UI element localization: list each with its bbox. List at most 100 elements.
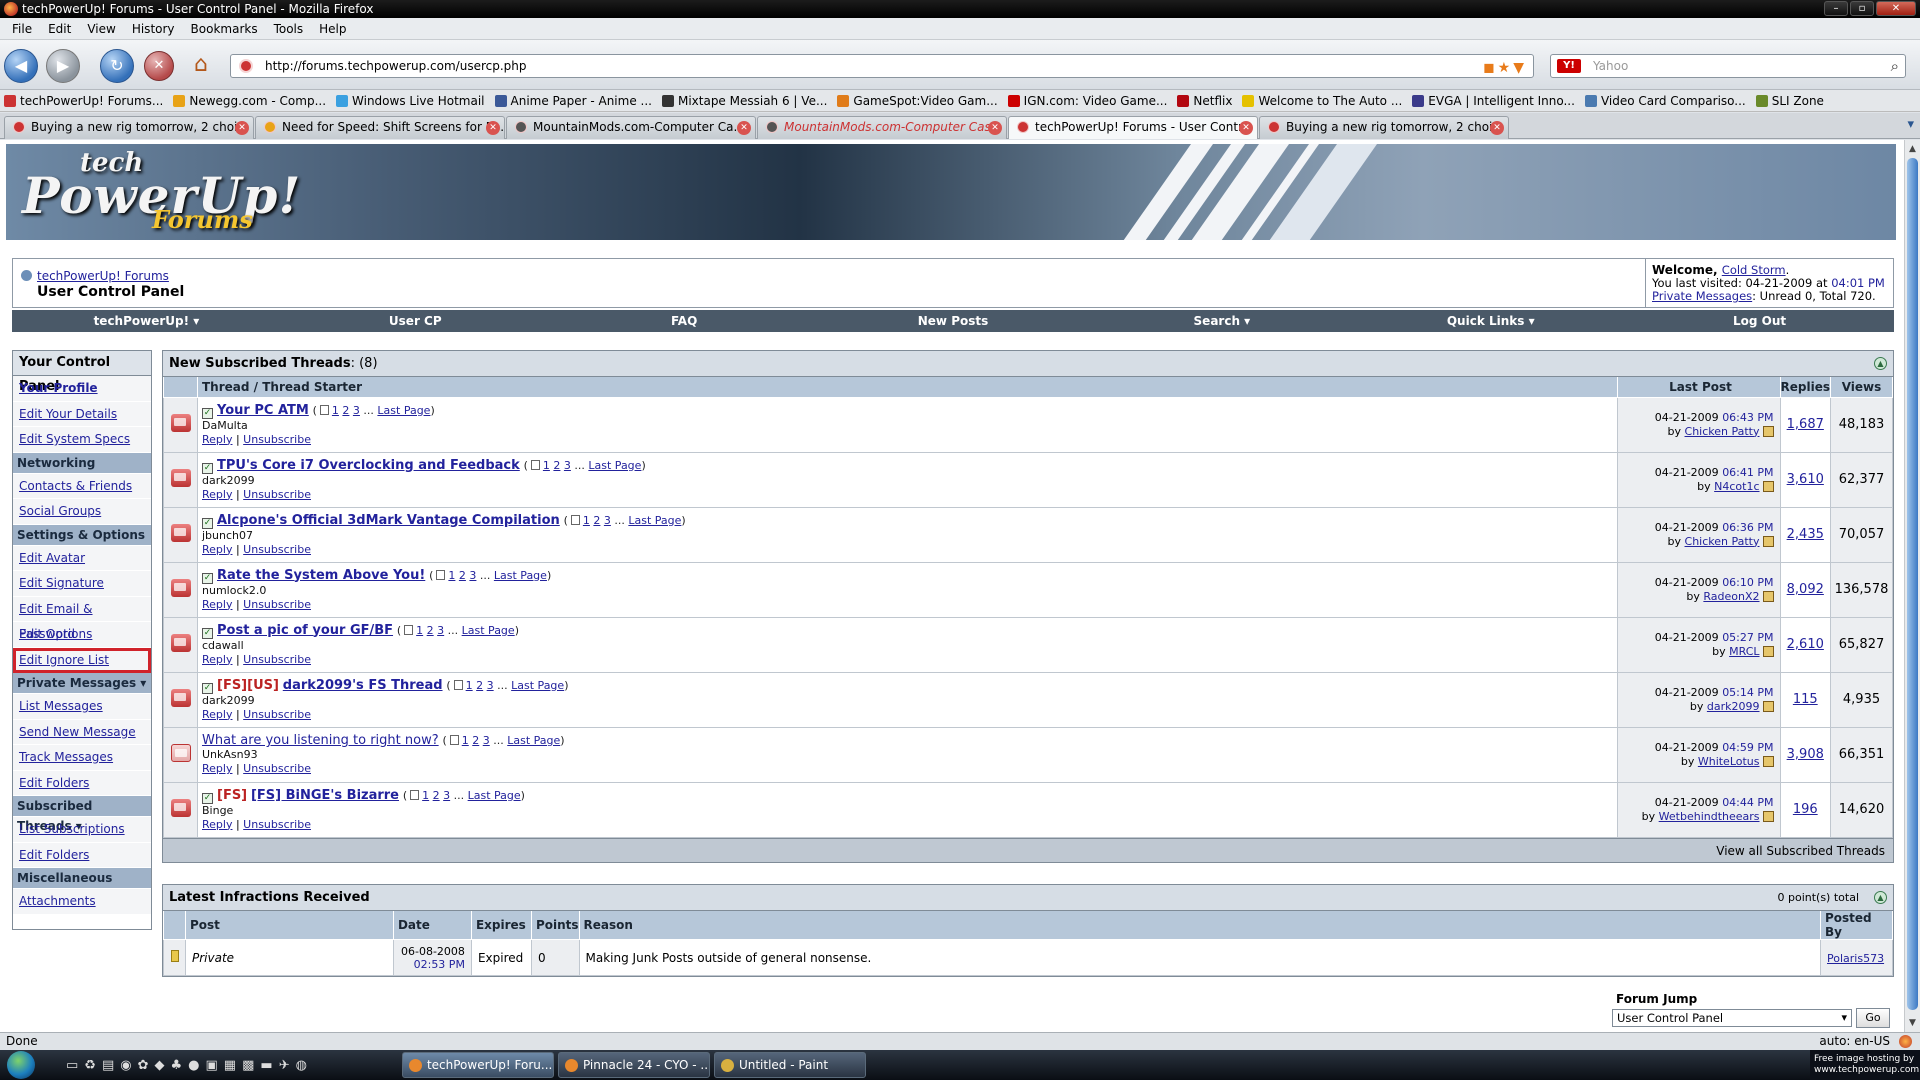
rss-star-icon[interactable]: ◼★▼ bbox=[1483, 57, 1527, 79]
page-link[interactable]: 1 bbox=[466, 679, 473, 692]
reply-link[interactable]: Reply bbox=[202, 708, 232, 721]
sidebar-item-track-messages[interactable]: Track Messages bbox=[13, 745, 151, 771]
sidebar-item-list-subscriptions[interactable]: List Subscriptions bbox=[13, 817, 151, 843]
nav-log-out[interactable]: Log Out bbox=[1625, 310, 1894, 332]
back-button[interactable]: ◀ bbox=[4, 49, 38, 83]
last-poster-link[interactable]: Chicken Patty bbox=[1685, 535, 1760, 548]
forum-jump-select[interactable]: User Control Panel bbox=[1612, 1009, 1852, 1027]
replies-link[interactable]: 1,687 bbox=[1787, 417, 1824, 432]
page-link[interactable]: 2 bbox=[427, 624, 434, 637]
close-window-button[interactable]: ✕ bbox=[1876, 1, 1916, 16]
app-launch-icon[interactable]: ▦ bbox=[224, 1058, 236, 1073]
replies-link[interactable]: 2,435 bbox=[1787, 527, 1824, 542]
go-to-last-post-icon[interactable] bbox=[1762, 700, 1774, 712]
sidebar-item-send-message[interactable]: Send New Message bbox=[13, 719, 151, 745]
browser-tab[interactable]: Need for Speed: Shift Screens for PI... ✕ bbox=[255, 116, 505, 139]
browser-tab-active[interactable]: techPowerUp! Forums - User Contr... ✕ bbox=[1008, 116, 1258, 139]
bookmark-item[interactable]: IGN.com: Video Game... bbox=[1007, 90, 1167, 111]
thread-title-link[interactable]: Rate the System Above You! bbox=[217, 568, 425, 583]
go-to-last-post-icon[interactable] bbox=[1762, 425, 1774, 437]
thread-title-link[interactable]: dark2099's FS Thread bbox=[283, 678, 443, 693]
menu-edit[interactable]: Edit bbox=[40, 18, 79, 39]
unsubscribe-link[interactable]: Unsubscribe bbox=[243, 762, 311, 775]
infraction-posted-by-link[interactable]: Polaris573 bbox=[1827, 952, 1884, 965]
unsubscribe-link[interactable]: Unsubscribe bbox=[243, 543, 311, 556]
menu-help[interactable]: Help bbox=[311, 18, 354, 39]
menu-history[interactable]: History bbox=[124, 18, 183, 39]
page-link[interactable]: 3 bbox=[564, 459, 571, 472]
last-poster-link[interactable]: RadeonX2 bbox=[1703, 590, 1759, 603]
site-logo[interactable]: tech PowerUp! Forums bbox=[22, 150, 301, 232]
sidebar-category-private-messages[interactable]: Private Messages ▾ bbox=[13, 673, 151, 694]
app-launch-icon[interactable]: ◍ bbox=[296, 1058, 307, 1073]
sidebar-item-social-groups[interactable]: Social Groups bbox=[13, 499, 151, 525]
last-poster-link[interactable]: MRCL bbox=[1729, 645, 1759, 658]
app-launch-icon[interactable]: ● bbox=[188, 1058, 199, 1073]
nav-quick-links[interactable]: Quick Links ▾ bbox=[1356, 310, 1625, 332]
nav-faq[interactable]: FAQ bbox=[550, 310, 819, 332]
page-link[interactable]: 1 bbox=[462, 734, 469, 747]
taskbar-item-firefox[interactable]: techPowerUp! Foru... bbox=[401, 1052, 554, 1078]
close-tab-icon[interactable]: ✕ bbox=[486, 121, 500, 135]
replies-link[interactable]: 8,092 bbox=[1787, 582, 1824, 597]
last-poster-link[interactable]: WhiteLotus bbox=[1698, 755, 1760, 768]
go-to-last-post-icon[interactable] bbox=[1762, 810, 1774, 822]
taskbar-item-paint[interactable]: Untitled - Paint bbox=[713, 1052, 866, 1078]
sidebar-item-your-profile[interactable]: Your Profile bbox=[13, 376, 151, 402]
last-page-link[interactable]: Last Page bbox=[588, 459, 641, 472]
bookmark-item[interactable]: techPowerUp! Forums... bbox=[4, 90, 163, 111]
replies-link[interactable]: 115 bbox=[1793, 692, 1818, 707]
sidebar-item-list-messages[interactable]: List Messages bbox=[13, 694, 151, 720]
bookmark-item[interactable]: Welcome to The Auto ... bbox=[1242, 90, 1402, 111]
scroll-down-icon[interactable]: ▼ bbox=[1906, 1016, 1919, 1030]
thread-title-link[interactable]: Your PC ATM bbox=[217, 403, 309, 418]
sidebar-item-edit-options[interactable]: Edit Options bbox=[13, 622, 151, 648]
page-link[interactable]: 3 bbox=[483, 734, 490, 747]
page-link[interactable]: 2 bbox=[472, 734, 479, 747]
replies-link[interactable]: 196 bbox=[1793, 802, 1818, 817]
page-link[interactable]: 2 bbox=[553, 459, 560, 472]
page-link[interactable]: 2 bbox=[459, 569, 466, 582]
go-to-last-post-icon[interactable] bbox=[1762, 535, 1774, 547]
page-link[interactable]: 3 bbox=[353, 404, 360, 417]
page-link[interactable]: 3 bbox=[469, 569, 476, 582]
reply-link[interactable]: Reply bbox=[202, 543, 232, 556]
browser-tab[interactable]: Buying a new rig tomorrow, 2 choi... ✕ bbox=[1259, 116, 1509, 139]
replies-link[interactable]: 2,610 bbox=[1787, 637, 1824, 652]
menu-bookmarks[interactable]: Bookmarks bbox=[183, 18, 266, 39]
app-launch-icon[interactable]: ♣ bbox=[171, 1058, 183, 1073]
collapse-icon[interactable]: ▲ bbox=[1874, 891, 1887, 904]
menu-tools[interactable]: Tools bbox=[266, 18, 312, 39]
unsubscribe-link[interactable]: Unsubscribe bbox=[243, 653, 311, 666]
tab-list-icon[interactable]: ▾ bbox=[1907, 117, 1914, 132]
go-to-last-post-icon[interactable] bbox=[1762, 645, 1774, 657]
last-poster-link[interactable]: Wetbehindtheears bbox=[1659, 810, 1760, 823]
sidebar-item-edit-avatar[interactable]: Edit Avatar bbox=[13, 545, 151, 571]
app-launch-icon[interactable]: ✈ bbox=[279, 1058, 290, 1073]
go-to-last-post-icon[interactable] bbox=[1762, 480, 1774, 492]
scroll-thumb[interactable] bbox=[1907, 158, 1918, 1010]
nav-new-posts[interactable]: New Posts bbox=[819, 310, 1088, 332]
stop-button[interactable]: ✕ bbox=[144, 51, 174, 81]
app-launch-icon[interactable]: ✿ bbox=[138, 1058, 149, 1073]
page-link[interactable]: 1 bbox=[422, 789, 429, 802]
close-tab-icon[interactable]: ✕ bbox=[1490, 121, 1504, 135]
home-button[interactable]: ⌂ bbox=[184, 49, 218, 83]
thread-title-link[interactable]: Post a pic of your GF/BF bbox=[217, 623, 393, 638]
bookmark-item[interactable]: Mixtape Messiah 6 | Ve... bbox=[661, 90, 827, 111]
browser-tab[interactable]: MountainMods.com-Computer Ca... ✕ bbox=[506, 116, 756, 139]
sidebar-item-edit-signature[interactable]: Edit Signature bbox=[13, 571, 151, 597]
sidebar-item-edit-specs[interactable]: Edit System Specs bbox=[13, 427, 151, 453]
menu-view[interactable]: View bbox=[79, 18, 123, 39]
bookmark-item[interactable]: Video Card Compariso... bbox=[1584, 90, 1746, 111]
firefox-launch-icon[interactable]: ◉ bbox=[120, 1058, 131, 1073]
private-messages-link[interactable]: Private Messages bbox=[1652, 289, 1752, 303]
close-tab-icon[interactable]: ✕ bbox=[235, 121, 249, 135]
reply-link[interactable]: Reply bbox=[202, 488, 232, 501]
bookmark-item[interactable]: Anime Paper - Anime ... bbox=[494, 90, 652, 111]
thread-title-link[interactable]: Alcpone's Official 3dMark Vantage Compil… bbox=[217, 513, 560, 528]
forum-jump-go-button[interactable]: Go bbox=[1856, 1008, 1890, 1028]
nav-user-cp[interactable]: User CP bbox=[281, 310, 550, 332]
sidebar-item-edit-details[interactable]: Edit Your Details bbox=[13, 401, 151, 427]
last-page-link[interactable]: Last Page bbox=[377, 404, 430, 417]
